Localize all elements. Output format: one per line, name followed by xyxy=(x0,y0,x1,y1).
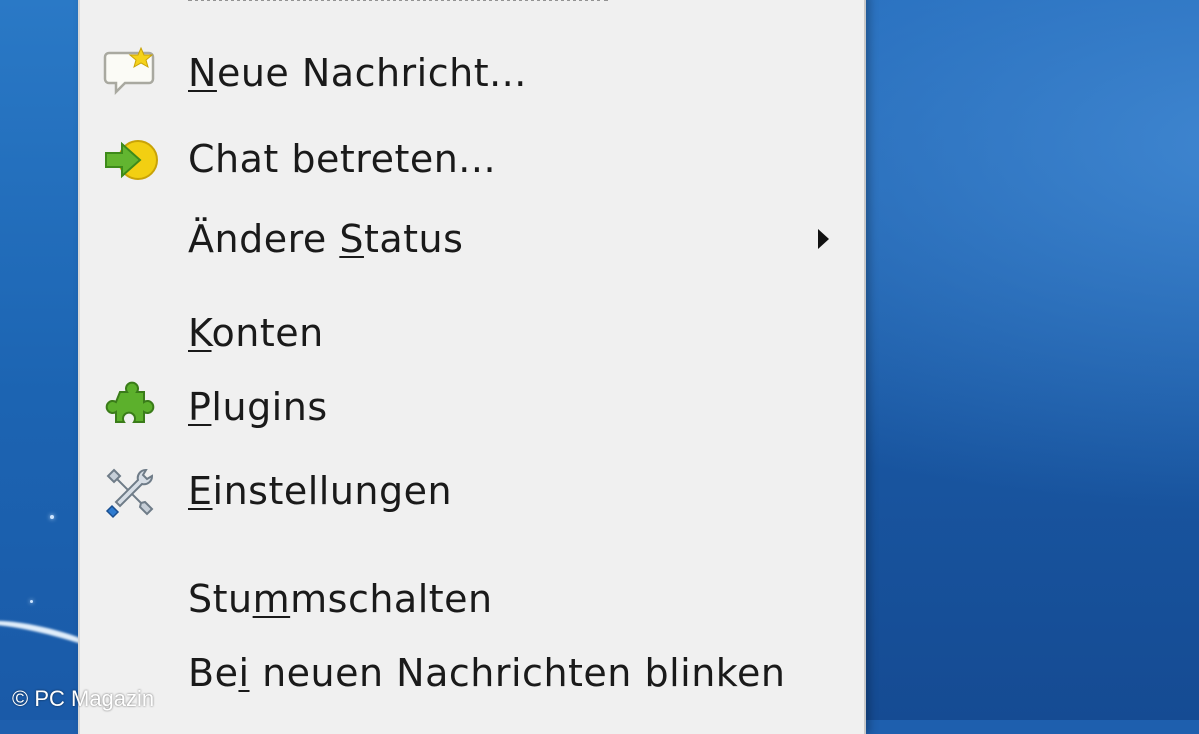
menu-item-plugins[interactable]: Plugins xyxy=(80,372,864,442)
context-menu: Neue Nachricht... Chat betreten... Änder… xyxy=(78,0,866,734)
speech-bubble-star-icon xyxy=(102,44,160,102)
menu-item-neue-nachricht[interactable]: Neue Nachricht... xyxy=(80,38,864,108)
menu-item-stummschalten[interactable]: Stummschalten xyxy=(80,564,864,634)
submenu-arrow-icon xyxy=(818,229,829,249)
menu-item-konten[interactable]: Konten xyxy=(80,298,864,368)
desktop-left-strip xyxy=(0,0,80,720)
menu-item-einstellungen[interactable]: Einstellungen xyxy=(80,456,864,526)
menu-item-aendere-status[interactable]: Ändere Status xyxy=(80,204,864,274)
menu-item-label: Neue Nachricht... xyxy=(188,51,527,95)
wallpaper-sparkle xyxy=(30,600,33,603)
menu-item-label: Konten xyxy=(188,311,324,355)
puzzle-piece-icon xyxy=(102,378,160,436)
menu-item-label: Einstellungen xyxy=(188,469,453,513)
menu-item-chat-betreten[interactable]: Chat betreten... xyxy=(80,124,864,194)
menu-item-label: Bei neuen Nachrichten blinken xyxy=(188,651,786,695)
menu-item-label: Chat betreten... xyxy=(188,137,497,181)
watermark-text: © PC Magazin xyxy=(12,686,155,711)
tools-wrench-screwdriver-icon xyxy=(102,462,160,520)
menu-item-label: Ändere Status xyxy=(188,217,464,261)
chat-join-arrow-icon xyxy=(102,130,160,188)
previous-item-remnant xyxy=(188,0,608,1)
wallpaper-sparkle xyxy=(50,515,54,519)
menu-item-label: Stummschalten xyxy=(188,577,493,621)
menu-item-blinken[interactable]: Bei neuen Nachrichten blinken xyxy=(80,638,864,708)
menu-item-label: Plugins xyxy=(188,385,328,429)
